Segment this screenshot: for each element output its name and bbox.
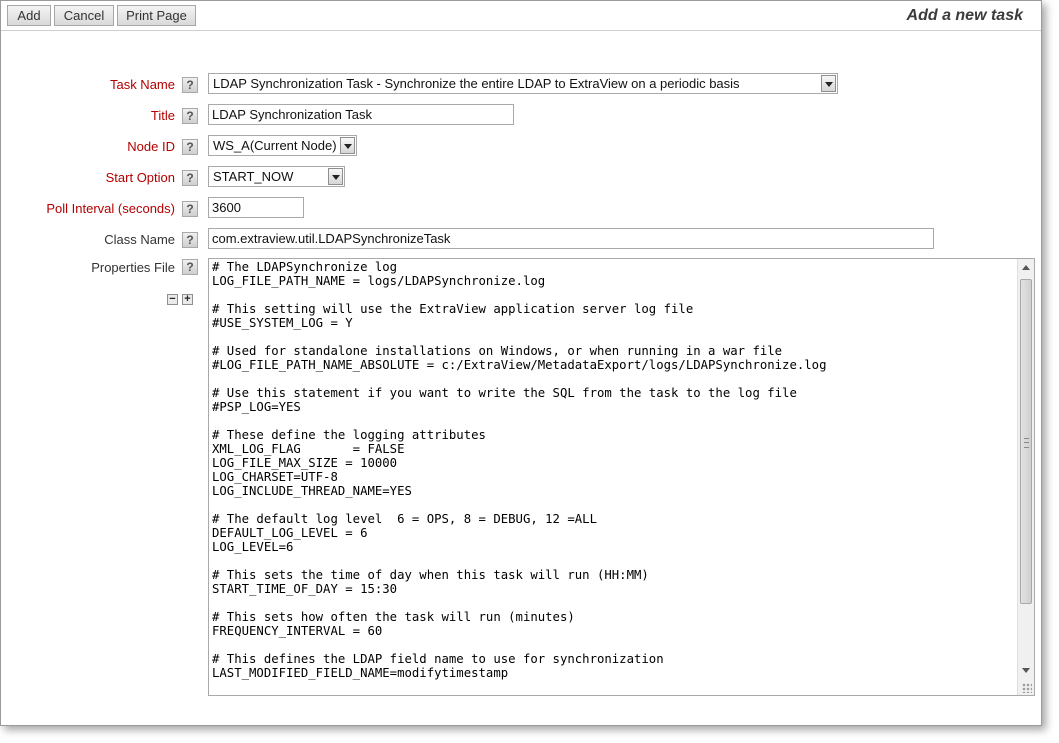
title-label: Title xyxy=(150,108,175,123)
properties-file-label: Properties File xyxy=(91,260,175,275)
properties-file-textarea[interactable]: # The LDAPSynchronize log LOG_FILE_PATH_… xyxy=(208,258,1035,696)
poll-interval-label: Poll Interval (seconds) xyxy=(46,201,175,216)
chevron-down-icon[interactable] xyxy=(328,168,343,185)
page-title: Add a new task xyxy=(906,7,1023,24)
chevron-down-icon[interactable] xyxy=(821,75,836,92)
task-window: Add Cancel Print Page Add a new task Tas… xyxy=(0,0,1042,726)
toolbar: Add Cancel Print Page Add a new task xyxy=(1,1,1041,31)
help-icon[interactable]: ? xyxy=(182,259,198,275)
task-name-value: LDAP Synchronization Task - Synchronize … xyxy=(213,76,740,91)
node-id-value: WS_A(Current Node) xyxy=(213,138,337,153)
grip-icon xyxy=(1024,438,1029,448)
toolbar-divider xyxy=(1,30,1041,31)
task-name-label: Task Name xyxy=(109,77,175,92)
start-option-select[interactable]: START_NOW xyxy=(208,166,345,187)
help-icon[interactable]: ? xyxy=(182,77,198,93)
node-id-select[interactable]: WS_A(Current Node) xyxy=(208,135,357,156)
start-option-value: START_NOW xyxy=(213,169,294,184)
help-icon[interactable]: ? xyxy=(182,201,198,217)
textarea-scrollbar[interactable] xyxy=(1017,259,1034,695)
chevron-down-icon[interactable] xyxy=(340,137,355,154)
cancel-button[interactable]: Cancel xyxy=(54,5,114,26)
add-button[interactable]: Add xyxy=(7,5,51,26)
node-id-label: Node ID xyxy=(127,139,175,154)
title-input[interactable]: LDAP Synchronization Task xyxy=(208,104,514,125)
collapse-minus-icon[interactable]: − xyxy=(167,294,178,305)
scroll-down-icon[interactable] xyxy=(1022,668,1030,673)
start-option-label: Start Option xyxy=(105,170,175,185)
scrollbar-thumb[interactable] xyxy=(1020,279,1032,604)
print-page-button[interactable]: Print Page xyxy=(117,5,196,26)
scroll-up-icon[interactable] xyxy=(1022,265,1030,270)
class-name-input[interactable]: com.extraview.util.LDAPSynchronizeTask xyxy=(208,228,934,249)
help-icon[interactable]: ? xyxy=(182,232,198,248)
resize-grip-icon[interactable] xyxy=(1022,683,1032,693)
expand-plus-icon[interactable]: + xyxy=(182,294,193,305)
help-icon[interactable]: ? xyxy=(182,108,198,124)
class-name-label: Class Name xyxy=(104,232,175,247)
poll-interval-input[interactable]: 3600 xyxy=(208,197,304,218)
help-icon[interactable]: ? xyxy=(182,139,198,155)
help-icon[interactable]: ? xyxy=(182,170,198,186)
task-name-select[interactable]: LDAP Synchronization Task - Synchronize … xyxy=(208,73,838,94)
properties-file-content: # The LDAPSynchronize log LOG_FILE_PATH_… xyxy=(212,260,827,680)
